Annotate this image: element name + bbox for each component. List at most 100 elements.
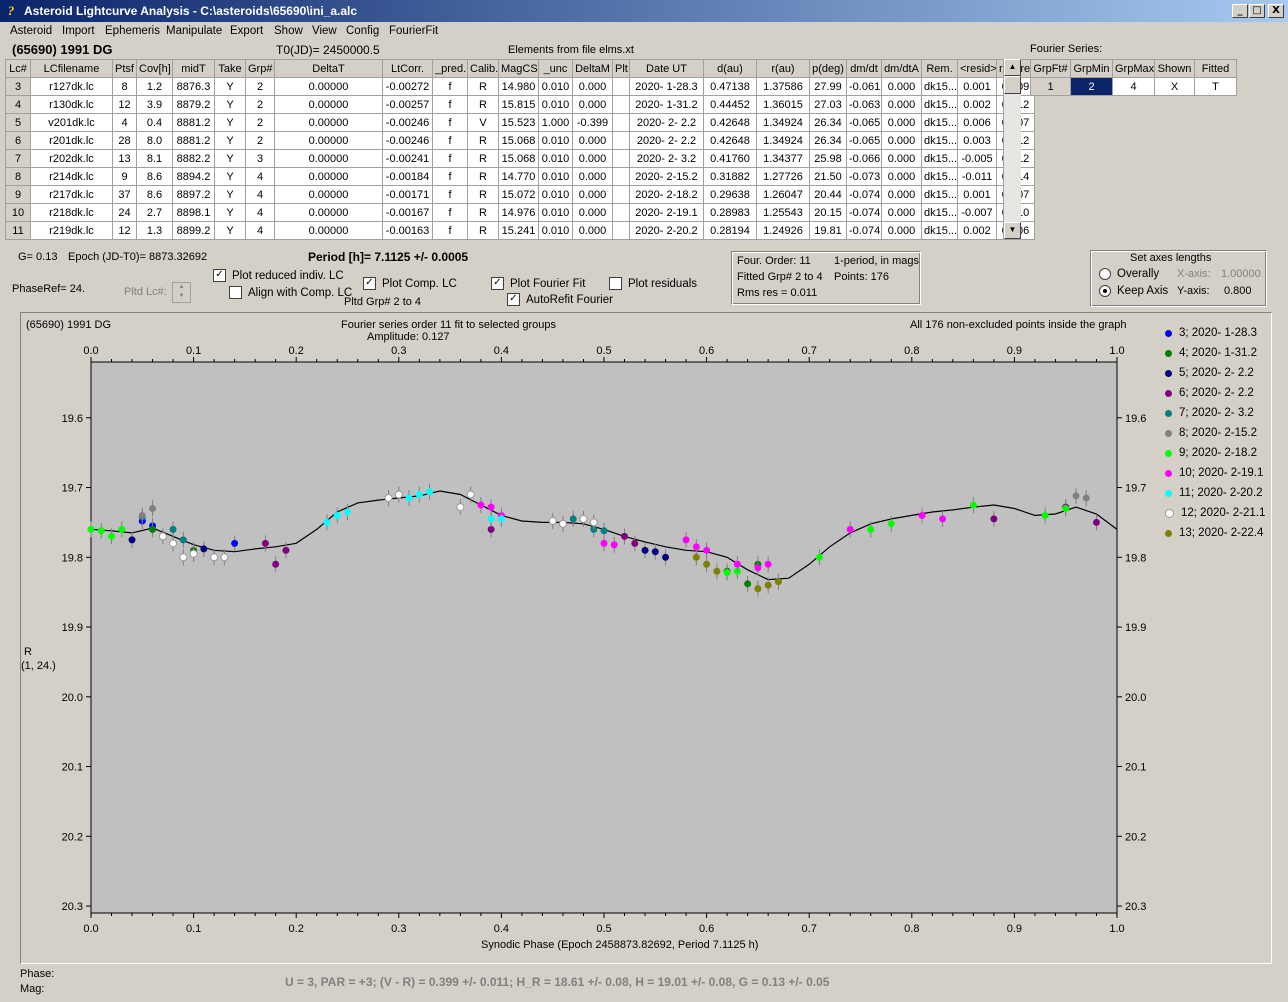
table-cell[interactable]: dk15... — [921, 131, 958, 150]
table-cell[interactable]: r217dk.lc — [30, 185, 113, 204]
table-cell[interactable]: -0.00257 — [382, 95, 433, 114]
overally-radio[interactable]: Overally — [1099, 268, 1159, 280]
table-cell[interactable]: dk15... — [921, 113, 958, 132]
table-cell[interactable]: -0.399 — [572, 113, 613, 132]
table-row[interactable]: 5 v201dk.lc 4 0.4 8881.2 Y 2 0.00000 -0.00246 f V 1… — [5, 113, 1035, 132]
table-cell[interactable]: 4 — [245, 203, 275, 222]
table-cell[interactable]: 8.0 — [136, 131, 173, 150]
table-cell[interactable]: 1.26047 — [756, 185, 810, 204]
table-row[interactable]: 11 r219dk.lc 12 1.3 8899.2 Y 4 0.00000 -0.00163 f… — [5, 221, 1035, 240]
table-cell[interactable]: -0.065 — [846, 113, 882, 132]
table-cell[interactable]: 0.000 — [572, 203, 613, 222]
table-cell[interactable]: 15.072 — [498, 185, 539, 204]
table-cell[interactable]: 13 — [112, 149, 137, 168]
table-cell[interactable] — [612, 203, 630, 222]
table-cell[interactable]: 0.002 — [957, 95, 997, 114]
table-cell[interactable]: r127dk.lc — [30, 77, 113, 96]
table-cell[interactable]: 2020- 2-19.1 — [629, 203, 704, 222]
column-header[interactable]: DeltaT — [274, 59, 383, 78]
table-cell[interactable]: 8 — [112, 77, 137, 96]
table-cell[interactable]: r218dk.lc — [30, 203, 113, 222]
table-cell[interactable]: 0.000 — [572, 149, 613, 168]
table-row[interactable]: 9 r217dk.lc 37 8.6 8897.2 Y 4 0.00000 -0.00171 f R… — [5, 185, 1035, 204]
table-cell[interactable] — [612, 131, 630, 150]
table-cell[interactable]: v201dk.lc — [30, 113, 113, 132]
table-cell[interactable]: 2020- 1-28.3 — [629, 77, 704, 96]
autorefit-checkbox[interactable]: ✓ AutoRefit Fourier — [507, 293, 613, 306]
table-cell[interactable]: -0.00171 — [382, 185, 433, 204]
column-header[interactable]: d(au) — [703, 59, 757, 78]
table-cell[interactable]: dk15... — [921, 221, 958, 240]
xaxis-value[interactable]: 1.00000 — [1221, 268, 1261, 280]
table-cell[interactable]: 8897.2 — [172, 185, 215, 204]
table-cell[interactable]: f — [432, 95, 468, 114]
table-row[interactable]: 4 r130dk.lc 12 3.9 8879.2 Y 2 0.00000 -0.00257 f R… — [5, 95, 1035, 114]
column-header[interactable]: Plt — [612, 59, 630, 78]
table-cell[interactable]: 0.000 — [572, 95, 613, 114]
table-cell[interactable]: -0.061 — [846, 77, 882, 96]
pltd-lc-spinner[interactable]: ▲ ▼ — [172, 282, 191, 303]
table-cell[interactable]: 0.00000 — [274, 167, 383, 186]
table-cell[interactable]: 2020- 2- 2.2 — [629, 131, 704, 150]
fourier-series-table[interactable]: GrpFt# GrpMin GrpMax Shown Fitted 1 2 4 … — [1030, 59, 1237, 96]
table-cell[interactable]: -0.00167 — [382, 203, 433, 222]
table-cell[interactable]: Y — [214, 203, 246, 222]
table-cell[interactable] — [612, 167, 630, 186]
table-cell[interactable]: 0.00000 — [274, 185, 383, 204]
menu-show[interactable]: Show — [274, 25, 303, 37]
table-cell[interactable]: 0.010 — [538, 203, 573, 222]
menu-asteroid[interactable]: Asteroid — [10, 25, 52, 37]
table-cell[interactable]: f — [432, 113, 468, 132]
table-cell[interactable]: 0.00000 — [274, 203, 383, 222]
table-cell[interactable]: 8899.2 — [172, 221, 215, 240]
table-cell[interactable]: dk15... — [921, 185, 958, 204]
column-header[interactable]: Rem. — [921, 59, 958, 78]
table-cell[interactable]: 9 — [112, 167, 137, 186]
table-cell[interactable]: 8876.3 — [172, 77, 215, 96]
table-cell[interactable]: 20.44 — [809, 185, 847, 204]
menu-manipulate[interactable]: Manipulate — [166, 25, 222, 37]
scroll-up-icon[interactable]: ▲ — [1004, 59, 1021, 76]
table-cell[interactable]: 8881.2 — [172, 131, 215, 150]
table-cell[interactable]: 0.00000 — [274, 77, 383, 96]
table-cell[interactable]: 1.2 — [136, 77, 173, 96]
table-cell[interactable]: 4 — [245, 167, 275, 186]
table-cell[interactable]: -0.066 — [846, 149, 882, 168]
maximize-button[interactable]: □ — [1249, 4, 1265, 18]
table-cell[interactable]: 1.34924 — [756, 113, 810, 132]
table-cell[interactable]: V — [467, 113, 499, 132]
table-cell[interactable]: 0.006 — [957, 113, 997, 132]
table-cell[interactable]: dk15... — [921, 95, 958, 114]
table-cell[interactable]: -0.00163 — [382, 221, 433, 240]
table-cell[interactable]: dk15... — [921, 149, 958, 168]
table-cell[interactable]: dk15... — [921, 203, 958, 222]
table-cell[interactable]: Y — [214, 221, 246, 240]
table-cell[interactable] — [612, 185, 630, 204]
table-cell[interactable]: 3.9 — [136, 95, 173, 114]
table-cell[interactable]: -0.073 — [846, 167, 882, 186]
table-cell[interactable]: 21.50 — [809, 167, 847, 186]
column-header[interactable]: <resid> — [957, 59, 997, 78]
table-cell[interactable]: -0.00241 — [382, 149, 433, 168]
table-cell[interactable]: 0.00000 — [274, 95, 383, 114]
table-cell[interactable]: 20.15 — [809, 203, 847, 222]
table-cell[interactable]: 0.000 — [572, 185, 613, 204]
fourier-cell-fitted[interactable]: T — [1194, 77, 1237, 96]
table-cell[interactable]: 0.00000 — [274, 113, 383, 132]
table-cell[interactable]: 0.44452 — [703, 95, 757, 114]
table-row[interactable]: 8 r214dk.lc 9 8.6 8894.2 Y 4 0.00000 -0.00184 f R 1… — [5, 167, 1035, 186]
column-header[interactable]: Take — [214, 59, 246, 78]
table-cell[interactable]: Y — [214, 185, 246, 204]
table-cell[interactable]: 0.00000 — [274, 221, 383, 240]
table-cell[interactable]: R — [467, 221, 499, 240]
table-cell[interactable]: 26.34 — [809, 131, 847, 150]
column-header[interactable]: Cov[h] — [136, 59, 173, 78]
table-cell[interactable]: 0.00000 — [274, 149, 383, 168]
table-cell[interactable]: 0.000 — [881, 167, 922, 186]
table-cell[interactable]: -0.011 — [957, 167, 997, 186]
plot-residuals-checkbox[interactable]: Plot residuals — [609, 277, 697, 290]
table-cell[interactable]: -0.005 — [957, 149, 997, 168]
table-cell[interactable]: r214dk.lc — [30, 167, 113, 186]
table-cell[interactable]: 0.000 — [572, 167, 613, 186]
column-header[interactable]: dm/dtA — [881, 59, 922, 78]
